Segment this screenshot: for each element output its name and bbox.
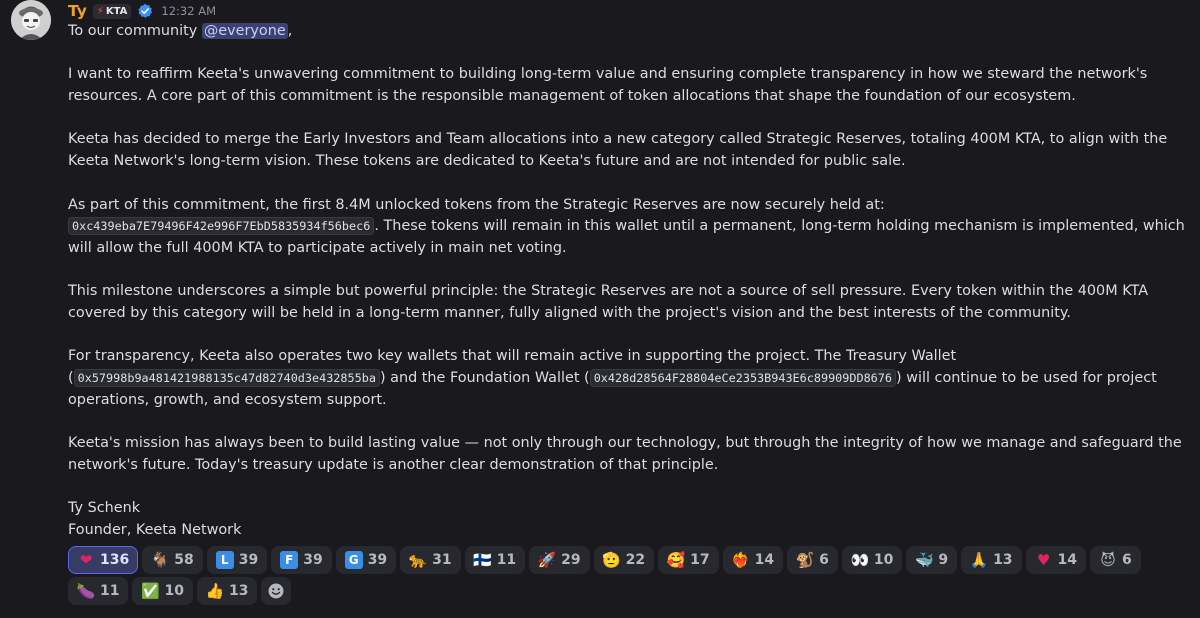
reaction-count: 6: [1122, 552, 1132, 568]
reaction-button[interactable]: L 39: [206, 546, 268, 574]
paragraph-4: This milestone underscores a simple but …: [68, 283, 1149, 322]
signature-name: Ty Schenk: [68, 500, 141, 517]
reaction-count: 39: [238, 552, 259, 568]
reaction-emoji-icon: 🇫🇮: [473, 551, 492, 569]
reaction-count: 39: [303, 552, 323, 568]
paragraph-6: Keeta's mission has always been to build…: [68, 435, 1182, 473]
reaction-emoji-icon: 😈: [1100, 551, 1116, 569]
username[interactable]: Ty: [68, 2, 87, 20]
add-reaction-icon: [268, 583, 284, 599]
paragraph-3: As part of this commitment, the first 8.…: [68, 195, 1192, 260]
reaction-button[interactable]: ❤‍🔥 14: [722, 546, 784, 574]
paragraph-5: For transparency, Keeta also operates tw…: [68, 346, 1192, 411]
reaction-count: 13: [993, 552, 1013, 568]
signature-title: Founder, Keeta Network: [68, 522, 242, 539]
paragraph-1: I want to reaffirm Keeta's unwavering co…: [68, 66, 1148, 105]
reaction-button[interactable]: ♥ 14: [1025, 546, 1087, 574]
timestamp: 12:32 AM: [161, 4, 217, 18]
greeting-end: ,: [287, 23, 293, 39]
reaction-button[interactable]: ✅ 10: [132, 577, 193, 605]
foundation-wallet-address: 0x428d28564F28804eCe2353B943E6c89909DD86…: [589, 369, 896, 388]
avatar-image: [11, 0, 51, 40]
reaction-emoji-icon: 🚀: [537, 551, 557, 569]
reaction-emoji-icon: 👀: [850, 551, 870, 569]
reaction-button[interactable]: 🇫🇮 11: [464, 546, 526, 574]
reaction-emoji-icon: 🙏: [969, 551, 989, 569]
reaction-button[interactable]: 👍 13: [196, 577, 258, 605]
reaction-count: 17: [690, 552, 710, 568]
reaction-emoji-icon: ❤‍🔥: [731, 551, 750, 569]
reaction-button[interactable]: 🚀 29: [529, 546, 590, 574]
server-tag[interactable]: ⚡ KTA: [92, 3, 132, 19]
reaction-button[interactable]: F 39: [271, 546, 332, 574]
reaction-emoji-icon: G: [344, 551, 363, 569]
server-tag-label: KTA: [105, 5, 128, 17]
reaction-count: 6: [819, 552, 829, 568]
reaction-button[interactable]: 🐐 58: [142, 546, 203, 574]
paragraph-2: Keeta has decided to merge the Early Inv…: [68, 131, 1168, 170]
reaction-count: 11: [496, 552, 517, 568]
message: Ty ⚡ KTA 12:32 AM To our community @ever…: [0, 0, 1200, 618]
reaction-emoji-icon: 👍: [205, 582, 225, 600]
reaction-emoji-icon: 🥰: [666, 551, 686, 569]
reaction-button[interactable]: 🙏 13: [961, 546, 1022, 574]
reaction-count: 9: [938, 552, 949, 568]
reaction-button[interactable]: 👀 10: [841, 546, 903, 574]
reaction-count: 14: [754, 552, 775, 568]
greeting-text: To our community: [68, 23, 202, 39]
bolt-icon: ⚡: [96, 5, 104, 17]
message-body: To our community @everyone, I want to re…: [68, 21, 1192, 542]
reaction-emoji-icon: F: [280, 551, 299, 569]
reaction-count: 10: [164, 583, 184, 599]
greeting: To our community @everyone,: [68, 21, 1192, 43]
reaction-emoji-icon: 🐳: [914, 551, 934, 569]
avatar[interactable]: [11, 0, 51, 40]
reaction-button[interactable]: 🥰 17: [658, 546, 719, 574]
verified-icon: [138, 3, 153, 18]
reaction-emoji-icon: L: [215, 551, 234, 569]
reaction-count: 11: [100, 583, 120, 599]
reaction-count: 22: [625, 552, 646, 568]
everyone-mention[interactable]: @everyone: [201, 23, 288, 39]
reaction-emoji-icon: ✅: [141, 582, 160, 600]
reaction-count: 14: [1057, 552, 1078, 568]
reaction-button[interactable]: G 39: [335, 546, 397, 574]
reaction-emoji-icon: 🐒: [795, 551, 815, 569]
reaction-count: 29: [561, 552, 581, 568]
reactions-bar: ❤ 136 🐐 58 L 39 F 39 G 39 🐆 31 🇫🇮 11 🚀 29 🫡 22 🥰 17 ❤‍🔥 14 🐒 6 👀…: [68, 546, 1192, 605]
reaction-count: 31: [432, 552, 452, 568]
add-reaction-button[interactable]: [261, 577, 292, 605]
reaction-emoji-icon: ♥: [1036, 551, 1051, 569]
reaction-count: 13: [228, 583, 249, 599]
reaction-emoji-icon: 🐐: [150, 551, 170, 569]
reaction-count: 10: [873, 552, 894, 568]
reaction-count: 39: [367, 552, 388, 568]
reaction-button[interactable]: ❤ 136: [68, 546, 139, 574]
paragraph-5-text-b: ) and the Foundation Wallet (: [379, 370, 590, 387]
reaction-count: 136: [100, 552, 130, 568]
message-header: Ty ⚡ KTA 12:32 AM: [68, 1, 216, 21]
reaction-count: 58: [174, 552, 194, 568]
reaction-button[interactable]: 🫡 22: [593, 546, 655, 574]
treasury-wallet-address: 0x57998b9a481421988135c47d82740d3e432855…: [73, 369, 380, 388]
reaction-emoji-icon: 🫡: [602, 551, 621, 569]
reaction-button[interactable]: 🐆 31: [400, 546, 461, 574]
reaction-emoji-icon: ❤: [79, 551, 93, 569]
reaction-button[interactable]: 😈 6: [1090, 546, 1141, 574]
strategic-reserves-address: 0xc439eba7E79496F42e996F7EbD5835934f56be…: [68, 217, 375, 236]
reaction-button[interactable]: 🍆 11: [68, 577, 129, 605]
reaction-button[interactable]: 🐒 6: [787, 546, 838, 574]
reaction-emoji-icon: 🍆: [76, 582, 96, 600]
reaction-button[interactable]: 🐳 9: [906, 546, 958, 574]
paragraph-3-text-a: As part of this commitment, the first 8.…: [68, 196, 885, 213]
reaction-emoji-icon: 🐆: [408, 551, 428, 569]
